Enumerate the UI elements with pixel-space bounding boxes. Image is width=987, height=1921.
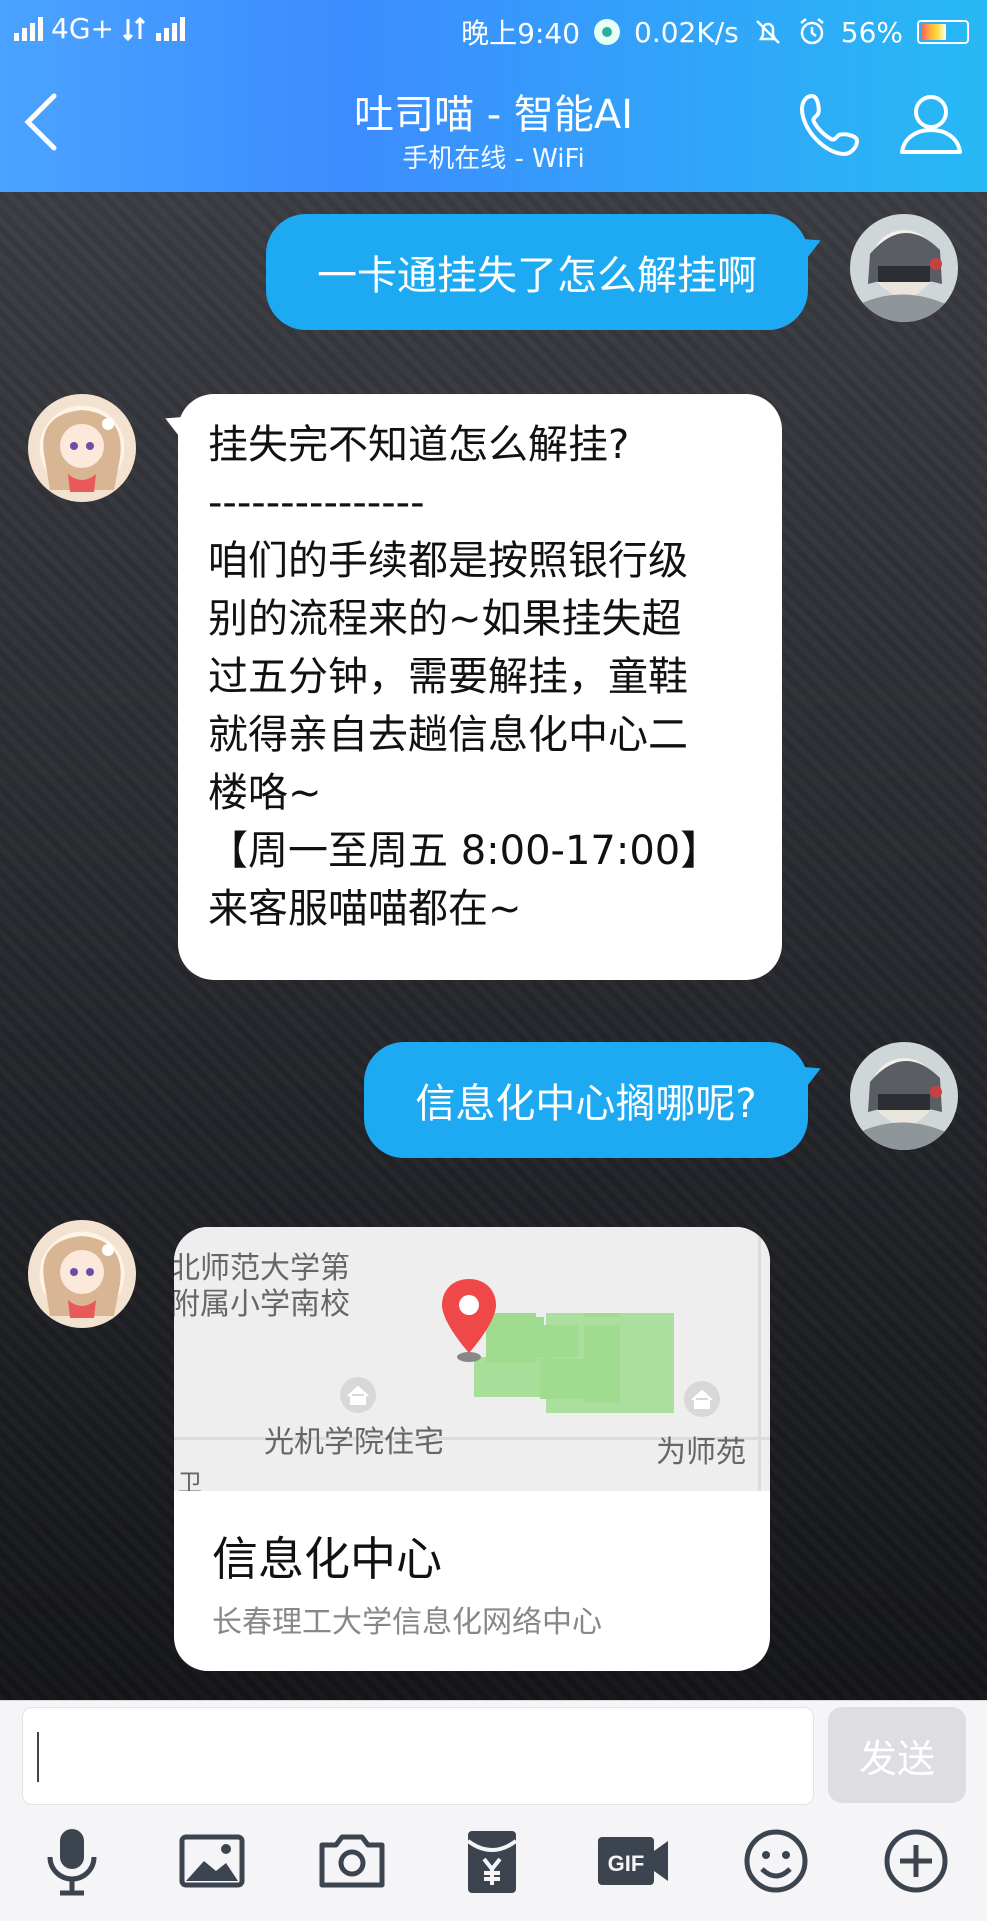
message-text: 信息化中心搁哪呢?	[415, 1081, 757, 1127]
map-label: 卫	[178, 1469, 202, 1491]
emoji-icon[interactable]	[740, 1825, 812, 1897]
avatar-bot[interactable]	[28, 394, 136, 502]
map-preview[interactable]: 北师范大学第 附属小学南校 光机学院住宅 为师苑 卫	[174, 1227, 770, 1491]
plus-icon[interactable]	[880, 1825, 952, 1897]
signal-icon	[14, 16, 43, 41]
message-bubble-outgoing[interactable]: 信息化中心搁哪呢?	[364, 1042, 808, 1158]
gif-icon[interactable]: GIF	[594, 1825, 672, 1897]
battery-percent: 56%	[840, 15, 903, 49]
clock: 晚上9:40	[461, 17, 581, 50]
poi-home-icon	[340, 1377, 376, 1413]
message-line: 【周一至周五 8:00-17:00】	[208, 828, 721, 874]
message-line: 来客服喵喵都在~	[208, 886, 522, 932]
avatar-bot[interactable]	[28, 1220, 136, 1328]
data-transfer-icon	[122, 16, 146, 41]
message-line: 就得亲自去趟信息化中心二	[208, 712, 688, 758]
toolbar: GIF	[0, 1825, 987, 1915]
map-label: 为师苑	[656, 1435, 746, 1470]
header: 4G+ 晚上9:40 0.02K/s 56% 吐司喵 - 智能AI 手机在线 -…	[0, 0, 987, 192]
message-input[interactable]	[22, 1707, 814, 1805]
message-bubble-incoming[interactable]: 挂失完不知道怎么解挂? --------------- 咱们的手续都是按照银行级…	[178, 394, 782, 980]
send-button[interactable]: 发送	[828, 1707, 966, 1803]
text-caret	[37, 1732, 39, 1782]
microphone-icon[interactable]	[36, 1825, 108, 1897]
map-label: 光机学院住宅	[264, 1425, 444, 1460]
signal-icon-2	[155, 16, 185, 41]
send-label: 发送	[858, 1736, 935, 1781]
avatar-illustration	[860, 1060, 950, 1150]
location-card[interactable]: 北师范大学第 附属小学南校 光机学院住宅 为师苑 卫 信息化中心 长春理工大学信…	[174, 1227, 770, 1671]
avatar-illustration	[43, 410, 121, 492]
message-line: 挂失完不知道怎么解挂?	[208, 422, 630, 468]
net-speed: 0.02K/s	[634, 15, 739, 49]
battery-icon	[917, 20, 969, 44]
mute-icon	[755, 20, 780, 44]
red-packet-icon[interactable]	[456, 1825, 528, 1897]
message-line: 咱们的手续都是按照银行级	[208, 538, 688, 584]
poi-home-icon	[684, 1381, 720, 1417]
message-bubble-outgoing[interactable]: 一卡通挂失了怎么解挂啊	[266, 214, 808, 330]
avatar-illustration	[43, 1236, 121, 1318]
message-line: 别的流程来的~如果挂失超	[208, 596, 682, 642]
alarm-icon	[799, 18, 824, 45]
avatar-self[interactable]	[850, 214, 958, 322]
hotspot-icon	[594, 19, 621, 45]
profile-icon[interactable]	[896, 88, 966, 158]
message-line: ---------------	[208, 480, 425, 526]
camera-icon[interactable]	[316, 1825, 388, 1897]
location-title: 信息化中心	[212, 1532, 442, 1586]
status-bar: 4G+ 晚上9:40 0.02K/s 56%	[0, 0, 987, 56]
network-type: 4G+	[51, 12, 114, 45]
map-pin-icon	[442, 1279, 496, 1362]
phone-icon[interactable]	[796, 90, 866, 160]
location-address: 长春理工大学信息化网络中心	[212, 1605, 602, 1640]
svg-text:GIF: GIF	[608, 1851, 645, 1876]
map-label: 附属小学南校	[174, 1287, 350, 1322]
avatar-self[interactable]	[850, 1042, 958, 1150]
input-bar: 发送 GIF	[0, 1700, 987, 1921]
message-line: 楼咯~	[208, 770, 322, 816]
avatar-illustration	[860, 232, 950, 322]
image-icon[interactable]	[176, 1825, 248, 1897]
message-text: 一卡通挂失了怎么解挂啊	[317, 253, 757, 299]
message-line: 过五分钟，需要解挂，童鞋	[208, 654, 688, 700]
